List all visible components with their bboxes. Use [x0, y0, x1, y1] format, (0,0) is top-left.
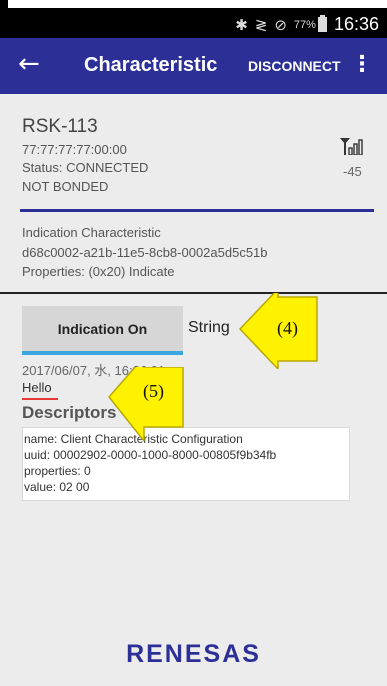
characteristic-uuid: d68c0002-a21b-11e5-8cb8-0002a5d5c51b	[22, 245, 268, 260]
status-bar: ✱ ≷ ⊘ 77% 16:36	[0, 8, 387, 38]
section-divider	[20, 209, 374, 212]
status-icons: ✱ ≷ ⊘ 77% 16:36	[235, 14, 379, 35]
top-edge	[0, 0, 387, 8]
battery-icon	[317, 15, 327, 32]
page-title: Characteristic	[84, 54, 218, 76]
renesas-logo: RENESAS	[126, 640, 261, 668]
device-status: Status: CONNECTED	[22, 160, 149, 175]
disconnect-button[interactable]: DISCONNECT	[248, 58, 341, 74]
format-label[interactable]: String	[188, 319, 230, 337]
value-underline	[22, 398, 58, 400]
descriptor-value: value: 02 00	[24, 480, 90, 494]
battery-indicator: 77%	[293, 15, 327, 32]
signal-strength-icon	[340, 138, 363, 155]
device-address: 77:77:77:77:00:00	[22, 142, 127, 157]
do-not-disturb-icon: ⊘	[274, 15, 287, 34]
descriptor-properties: properties: 0	[24, 464, 91, 478]
device-bond-state: NOT BONDED	[22, 179, 109, 194]
button-active-indicator	[22, 351, 183, 355]
app-bar: ← Characteristic DISCONNECT ⋮	[0, 38, 387, 94]
no-vibrate-icon: ≷	[254, 15, 268, 34]
rssi-value: -45	[343, 164, 362, 179]
characteristic-properties: Properties: (0x20) Indicate	[22, 264, 175, 279]
characteristic-divider	[0, 292, 387, 294]
callout-label-5: (5)	[143, 381, 164, 401]
received-value: Hello	[22, 380, 52, 395]
callout-label-4: (4)	[277, 318, 298, 338]
descriptor-uuid: uuid: 00002902-0000-1000-8000-00805f9b34…	[24, 448, 277, 462]
overflow-menu-icon[interactable]: ⋮	[351, 52, 373, 76]
back-arrow-icon[interactable]: ←	[18, 50, 40, 78]
status-time: 16:36	[333, 14, 379, 34]
battery-percent: 77%	[293, 18, 316, 31]
bluetooth-icon: ✱	[235, 15, 248, 34]
descriptors-heading: Descriptors	[22, 403, 117, 422]
characteristic-name: Indication Characteristic	[22, 225, 161, 240]
callout-arrow-5	[108, 367, 184, 441]
descriptor-name: name: Client Characteristic Configuratio…	[24, 432, 243, 446]
corner-mark	[0, 0, 8, 28]
descriptor-card: name: Client Characteristic Configuratio…	[22, 427, 350, 501]
indication-toggle-button[interactable]: Indication On	[22, 306, 183, 352]
device-name: RSK-113	[22, 116, 98, 137]
